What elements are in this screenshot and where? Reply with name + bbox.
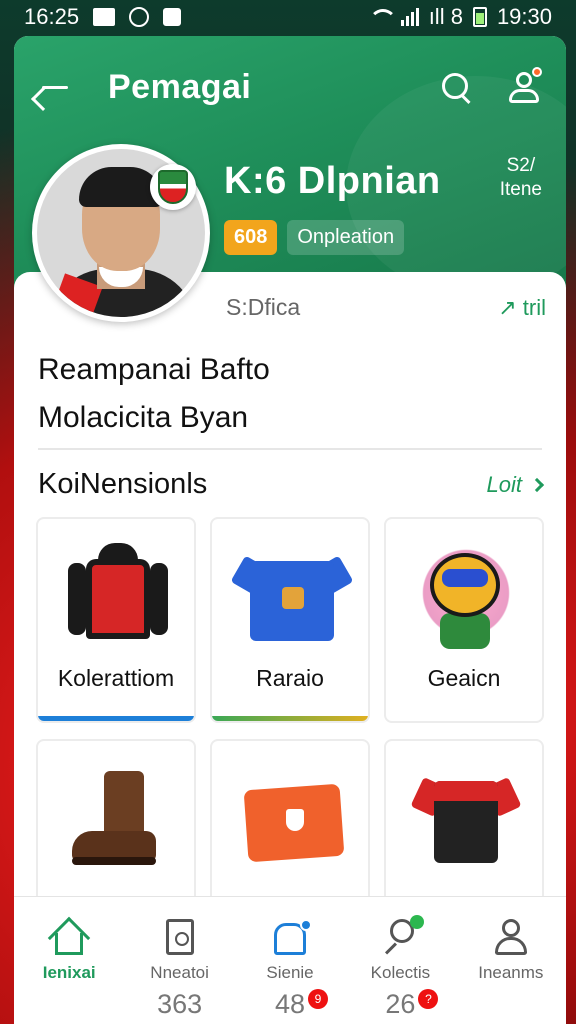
club-crest-icon (150, 164, 196, 210)
collection-card-jacket[interactable]: Kolerattiom (36, 517, 196, 723)
document-icon (160, 917, 200, 957)
jacket-icon (68, 543, 168, 653)
position-badge: Onpleation (287, 220, 405, 255)
nav-label: Ineanms (478, 963, 544, 982)
arrow-left-icon[interactable] (36, 67, 76, 107)
mail-icon (93, 8, 116, 26)
rank-value: S2/ (506, 155, 536, 176)
collection-card-mascot[interactable]: Geaicn (384, 517, 544, 723)
club-link[interactable]: ↗ tril (498, 295, 546, 321)
nav-label: Nneatoi (150, 963, 209, 982)
pouch-icon (242, 765, 345, 875)
nav-label: Sienie (266, 963, 314, 982)
collection-label: Geaicn (427, 665, 501, 691)
home-icon (47, 916, 91, 960)
bottom-nav: Ienixai Nneatoi 363 Sienie 48 9 Kolectis… (14, 896, 566, 1024)
divider (38, 448, 542, 450)
nav-item-news[interactable]: Nneatoi 363 (124, 897, 234, 1024)
top-bar: Pemagai (14, 62, 566, 112)
app-window: Pemagai K:6 Dlpnian S2/ Itene 608 Onplea… (14, 36, 566, 1024)
collections-title: KoiNensionls (38, 468, 208, 500)
collections-grid: Kolerattiom Raraio Geaicn (36, 517, 546, 945)
collection-bar (212, 716, 368, 721)
user-settings-icon[interactable] (504, 67, 544, 107)
tshirt-icon (230, 543, 354, 653)
status-time-right: 19:30 (496, 4, 552, 29)
page-title: Pemagai (108, 67, 252, 106)
signal-text: ıll 8 (428, 4, 463, 29)
nav-item-shop[interactable]: Sienie 48 9 (235, 897, 345, 1024)
rank-label: Itene (499, 179, 542, 200)
mascot-icon (416, 543, 516, 653)
nav-count: 26 (385, 989, 416, 1019)
boot-icon (68, 765, 168, 875)
collection-label: Raraio (256, 665, 324, 691)
shop-icon (270, 917, 313, 957)
nav-badge: 9 (308, 989, 329, 1009)
nav-item-profile[interactable]: Ineanms (456, 897, 566, 1024)
collections-link-label: Loit (486, 471, 522, 497)
notification-dot (532, 67, 542, 77)
collections-header: KoiNensionls Loit (38, 468, 545, 501)
status-left: 16:25 (24, 4, 182, 30)
number-badge: 608 (224, 220, 278, 255)
club-row: S:Dfica ↗ tril (226, 294, 546, 321)
about-line-1: Reampanai Bafto (38, 353, 270, 386)
circle-app-icon (129, 7, 150, 27)
about-line-2: Molacicita Byan (38, 401, 249, 434)
nav-item-home[interactable]: Ienixai (14, 897, 124, 1024)
magnifier-icon (380, 915, 425, 957)
nav-count: 363 (157, 989, 203, 1019)
search-icon[interactable] (436, 67, 476, 107)
collections-see-all[interactable]: Loit (486, 471, 545, 498)
rank-info: S2/ Itene (500, 154, 542, 202)
player-name: K:6 Dlpnian (224, 160, 441, 202)
signal-icon (400, 8, 419, 26)
status-bar: 16:25 ıll 8 19:30 (0, 0, 576, 34)
collection-label: Kolerattiom (57, 665, 175, 691)
status-right: ıll 8 19:30 (368, 4, 552, 30)
status-time-left: 16:25 (24, 4, 80, 29)
collection-card-shirt[interactable]: Raraio (210, 517, 370, 723)
chevron-right-icon (529, 477, 545, 492)
jersey-icon (410, 765, 522, 875)
about-text: Reampanai Bafto Molacicita Byan (38, 346, 270, 442)
nav-label: Ienixai (42, 963, 96, 982)
profile-icon (491, 917, 531, 957)
wifi-icon (368, 9, 397, 25)
player-badges: 608 Onpleation (224, 220, 405, 255)
nav-label: Kolectis (370, 963, 431, 982)
collection-bar (38, 716, 194, 721)
bag-icon (163, 8, 182, 26)
club-name: S:Dfica (226, 294, 301, 320)
battery-icon (472, 7, 487, 27)
nav-item-collections[interactable]: Kolectis 26 ? (345, 897, 455, 1024)
nav-count: 48 (274, 989, 306, 1019)
